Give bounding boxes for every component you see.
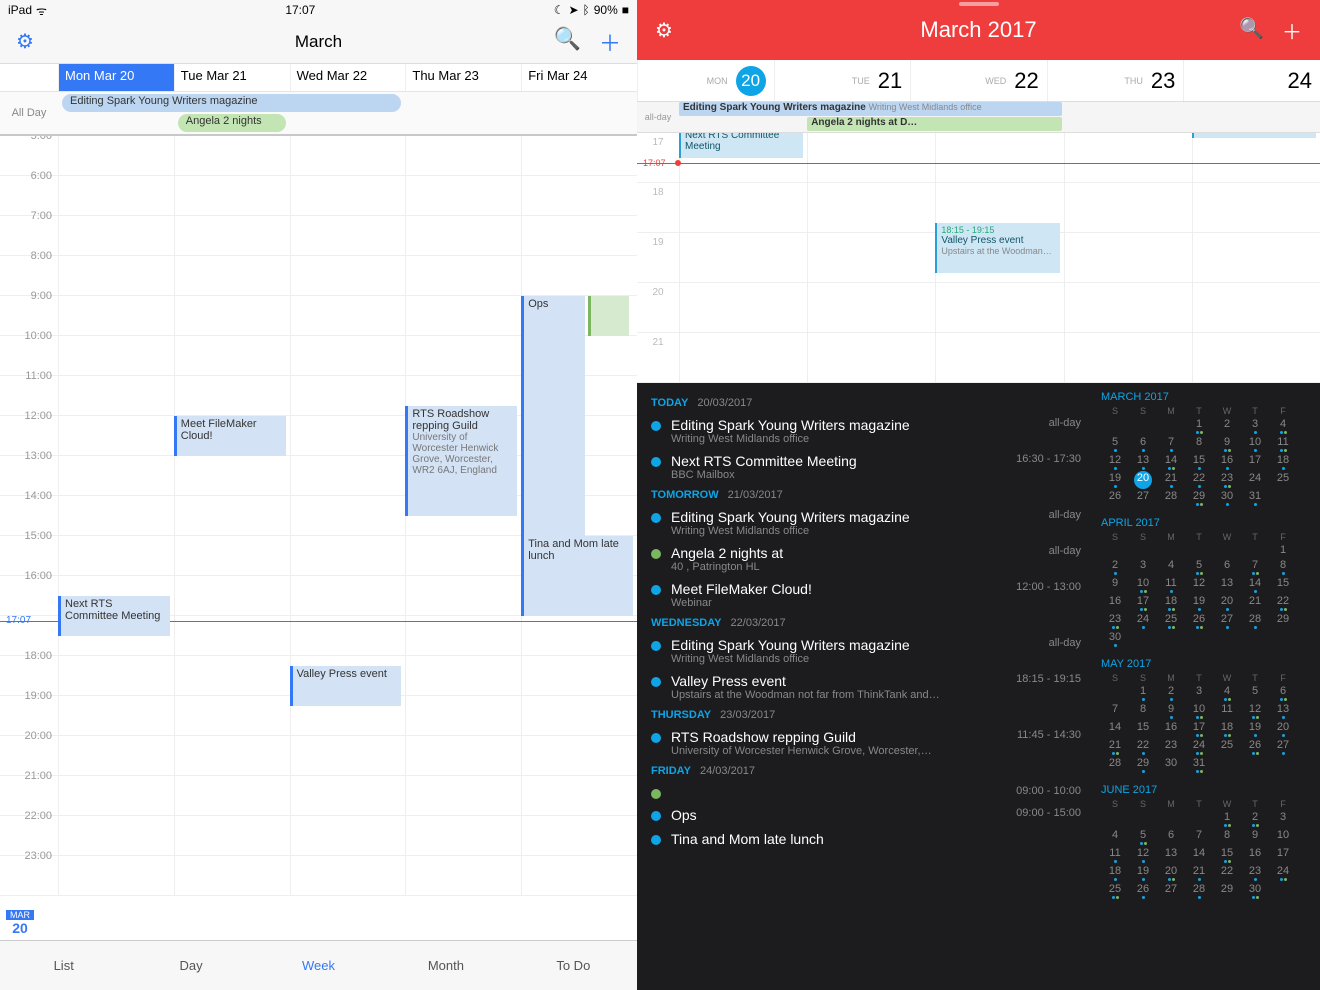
allday-event[interactable]: Angela 2 nights at D…	[807, 117, 1061, 131]
moon-icon: ☾	[554, 3, 565, 17]
agenda-section-header: TOMORROW 21/03/2017	[637, 485, 1095, 505]
view-tab-day[interactable]: Day	[127, 941, 254, 990]
color-dot-icon	[651, 421, 661, 431]
view-tab-todo[interactable]: To Do	[510, 941, 637, 990]
mini-calendar[interactable]: MARCH 2017SSMTWTF12345678910111213141516…	[1101, 391, 1314, 507]
view-tab-list[interactable]: List	[0, 941, 127, 990]
color-dot-icon	[651, 549, 661, 559]
calendar-event[interactable]	[588, 296, 629, 336]
calendar-event[interactable]: 16:30 - 17:30Next RTS Committee Meeting	[679, 133, 803, 158]
wifi-icon: ᯤ	[36, 2, 47, 19]
calendar-event[interactable]: Meet FileMaker Cloud!	[174, 416, 286, 456]
settings-icon[interactable]: ⚙	[655, 18, 673, 43]
mini-calendars[interactable]: MARCH 2017SSMTWTF12345678910111213141516…	[1095, 383, 1320, 990]
day-tab[interactable]: THU23	[1047, 60, 1184, 101]
calendar-event[interactable]: Ops	[521, 296, 585, 536]
bluetooth-icon: ᛒ	[583, 3, 590, 17]
day-header[interactable]: Tue Mar 21	[174, 64, 290, 91]
day-header[interactable]: Wed Mar 22	[290, 64, 406, 91]
agenda-item[interactable]: Editing Spark Young Writers magazineWrit…	[637, 413, 1095, 449]
calendar-event[interactable]: Valley Press event	[290, 666, 402, 706]
allday-event[interactable]: Editing Spark Young Writers magazine	[62, 94, 401, 112]
settings-icon[interactable]: ⚙	[16, 29, 34, 54]
allday-label: all-day	[637, 102, 679, 132]
color-dot-icon	[651, 733, 661, 743]
agenda-item[interactable]: Editing Spark Young Writers magazineWrit…	[637, 505, 1095, 541]
calendar-event[interactable]: 18:15 - 19:15Valley Press eventUpstairs …	[935, 223, 1059, 273]
add-icon[interactable]: ＋	[1282, 16, 1302, 45]
color-dot-icon	[651, 641, 661, 651]
agenda-item[interactable]: Angela 2 nights at40 , Patrington HLall-…	[637, 541, 1095, 577]
agenda-item[interactable]: Meet FileMaker Cloud!Webinar12:00 - 13:0…	[637, 577, 1095, 613]
status-bar: iPad ᯤ 17:07 ☾ ➤ ᛒ 90% ■	[0, 0, 637, 20]
left-header: ⚙ March 🔍 ＋	[0, 20, 637, 64]
mini-calendar[interactable]: APRIL 2017SSMTWTF12345678910111213141516…	[1101, 517, 1314, 648]
agenda-section-header: TODAY 20/03/2017	[637, 393, 1095, 413]
location-icon: ➤	[568, 3, 578, 17]
agenda-item[interactable]: RTS Roadshow repping GuildUniversity of …	[637, 725, 1095, 761]
search-icon[interactable]: 🔍	[1239, 16, 1264, 45]
day-header-row: Mon Mar 20Tue Mar 21Wed Mar 22Thu Mar 23…	[0, 64, 637, 92]
view-tab-week[interactable]: Week	[255, 941, 382, 990]
today-badge[interactable]: MAR 20	[6, 910, 34, 936]
month-title: March 2017	[920, 17, 1036, 43]
view-tab-month[interactable]: Month	[382, 941, 509, 990]
drag-handle-icon[interactable]	[959, 2, 999, 6]
mini-calendar[interactable]: JUNE 2017SSMTWTF123456789101112131415161…	[1101, 784, 1314, 900]
battery-icon: ■	[622, 3, 629, 17]
color-dot-icon	[651, 457, 661, 467]
time-grid[interactable]: 171819202117:0716:30 - 17:30Next RTS Com…	[637, 133, 1320, 383]
agenda-item[interactable]: Tina and Mom late lunch	[637, 827, 1095, 851]
device-label: iPad	[8, 3, 32, 17]
agenda-section-header: THURSDAY 23/03/2017	[637, 705, 1095, 725]
allday-event[interactable]: Editing Spark Young Writers magazine Wri…	[679, 102, 1062, 116]
agenda-section-header: FRIDAY 24/03/2017	[637, 761, 1095, 781]
color-dot-icon	[651, 585, 661, 595]
day-header[interactable]: Fri Mar 24	[521, 64, 637, 91]
calendar-app-right: ⚙ March 2017 🔍 ＋ MON20TUE21WED22THU2324 …	[637, 0, 1320, 990]
calendar-event[interactable]: Tina and Mom late lunch	[521, 536, 633, 616]
day-selector: MON20TUE21WED22THU2324	[637, 60, 1320, 102]
agenda-item[interactable]: 09:00 - 10:00	[637, 781, 1095, 803]
add-icon[interactable]: ＋	[599, 26, 621, 58]
tab-bar: ListDayWeekMonthTo Do	[0, 940, 637, 990]
agenda-item[interactable]: Valley Press eventUpstairs at the Woodma…	[637, 669, 1095, 705]
allday-event[interactable]: Angela 2 nights	[178, 114, 286, 132]
day-tab[interactable]: TUE21	[774, 60, 911, 101]
agenda-item[interactable]: Ops09:00 - 15:00	[637, 803, 1095, 827]
day-header[interactable]: Thu Mar 23	[405, 64, 521, 91]
month-title: March	[295, 32, 342, 52]
color-dot-icon	[651, 789, 661, 799]
right-header: ⚙ March 2017 🔍 ＋	[637, 0, 1320, 60]
allday-label: All Day	[0, 92, 58, 134]
agenda-item[interactable]: Next RTS Committee MeetingBBC Mailbox16:…	[637, 449, 1095, 485]
search-icon[interactable]: 🔍	[554, 26, 581, 58]
calendar-app-left: iPad ᯤ 17:07 ☾ ➤ ᛒ 90% ■ ⚙ March 🔍 ＋ Mon…	[0, 0, 637, 990]
allday-row: all-day Editing Spark Young Writers maga…	[637, 102, 1320, 133]
time-grid[interactable]: 5:006:007:008:009:0010:0011:0012:0013:00…	[0, 136, 637, 940]
color-dot-icon	[651, 513, 661, 523]
agenda-item[interactable]: Editing Spark Young Writers magazineWrit…	[637, 633, 1095, 669]
status-time: 17:07	[285, 3, 315, 17]
day-tab[interactable]: 24	[1183, 60, 1320, 101]
calendar-event[interactable]: Next RTS Committee Meeting	[58, 596, 170, 636]
agenda-list[interactable]: TODAY 20/03/2017Editing Spark Young Writ…	[637, 383, 1095, 990]
day-tab[interactable]: MON20	[637, 60, 774, 101]
calendar-event[interactable]	[1192, 133, 1316, 138]
color-dot-icon	[651, 835, 661, 845]
calendar-event[interactable]: RTS Roadshow repping GuildUniversity of …	[405, 406, 517, 516]
mini-calendar[interactable]: MAY 2017SSMTWTF1234567891011121314151617…	[1101, 658, 1314, 774]
color-dot-icon	[651, 811, 661, 821]
agenda-panel: TODAY 20/03/2017Editing Spark Young Writ…	[637, 383, 1320, 990]
color-dot-icon	[651, 677, 661, 687]
agenda-section-header: WEDNESDAY 22/03/2017	[637, 613, 1095, 633]
battery-label: 90%	[594, 3, 618, 17]
allday-row: All Day Editing Spark Young Writers maga…	[0, 92, 637, 136]
day-header[interactable]: Mon Mar 20	[58, 64, 174, 91]
day-tab[interactable]: WED22	[910, 60, 1047, 101]
